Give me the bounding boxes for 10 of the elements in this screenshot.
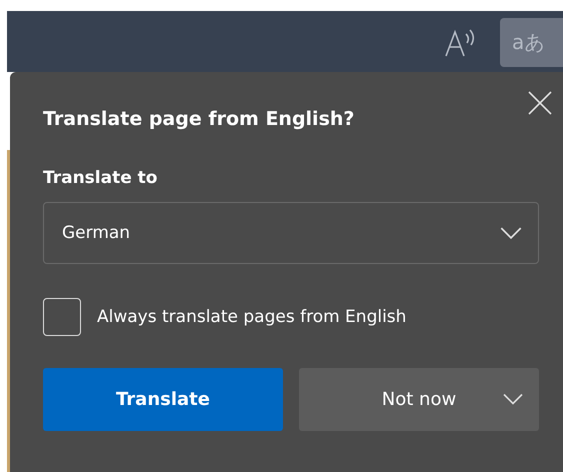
close-icon[interactable]	[527, 90, 553, 116]
not-now-button[interactable]: Not now	[299, 368, 539, 431]
dialog-title: Translate page from English?	[43, 108, 356, 130]
translate-to-label: Translate to	[43, 168, 158, 188]
checkbox[interactable]	[43, 298, 81, 336]
checkbox-label: Always translate pages from English	[97, 307, 406, 327]
caret-icon	[500, 226, 522, 240]
language-select[interactable]: German	[43, 202, 539, 264]
translate-button[interactable]: Translate	[43, 368, 283, 431]
caret-icon[interactable]	[503, 392, 523, 406]
